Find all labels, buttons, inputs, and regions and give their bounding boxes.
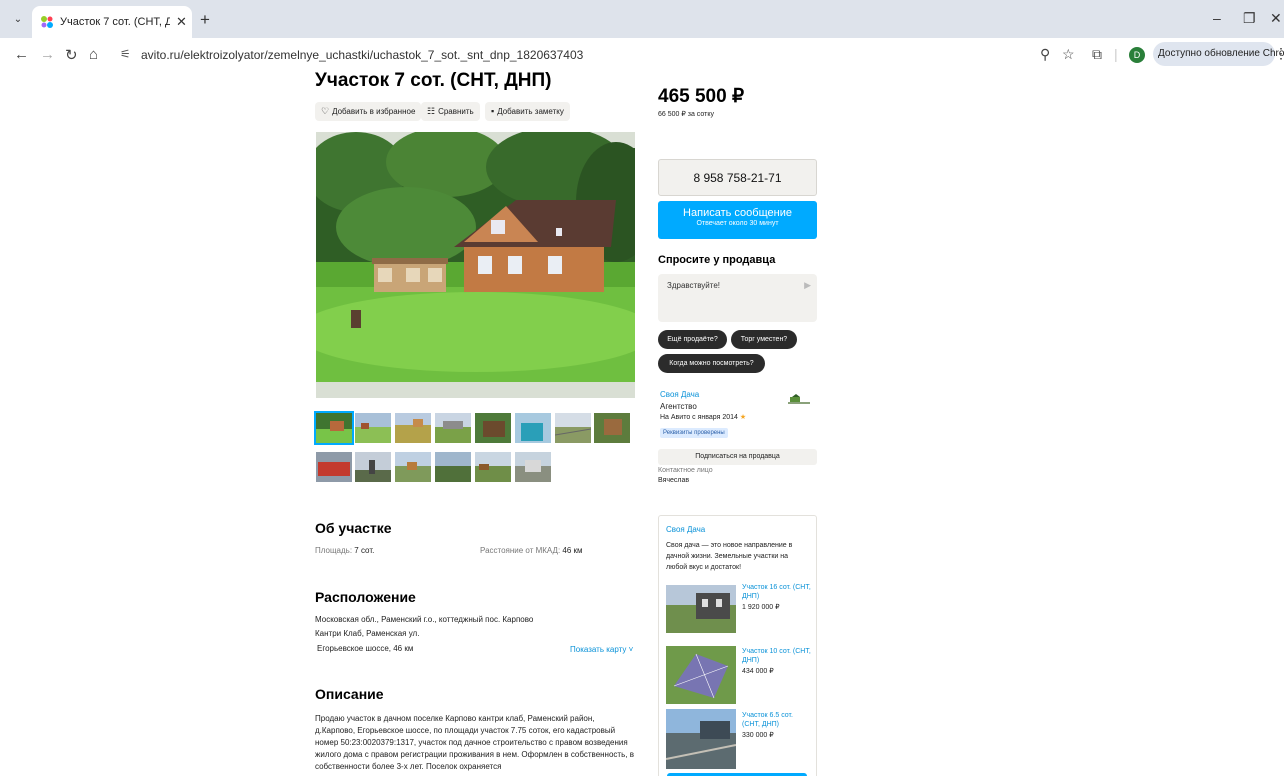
ask-seller-input[interactable]: Здравствуйте! ▶: [658, 274, 817, 322]
toolbar-divider: |: [1114, 46, 1118, 62]
add-note-button[interactable]: ▪ Добавить заметку: [485, 102, 570, 121]
avito-favicon-icon: [41, 16, 53, 28]
url-text[interactable]: avito.ru/elektroizolyator/zemelnye_uchas…: [141, 48, 583, 62]
shop-about: Своя дача — это новое направление в дачн…: [666, 542, 793, 571]
close-window-icon[interactable]: ✕: [1270, 10, 1282, 27]
photo-thumbnail[interactable]: [355, 452, 391, 482]
restore-icon[interactable]: ❐: [1243, 10, 1256, 27]
photo-thumbnail[interactable]: [395, 413, 431, 443]
write-message-button[interactable]: Написать сообщение Отвечает около 30 мин…: [658, 201, 817, 239]
subscribe-seller-button[interactable]: Подписаться на продавца: [658, 449, 817, 465]
browser-tab-strip: ⌄ Участок 7 сот. (СНТ, ДНП) на п ✕ + – ❐…: [0, 0, 1284, 38]
site-settings-icon[interactable]: ⚟: [120, 47, 131, 61]
shop-item-price: 1 920 000 ₽: [742, 604, 780, 611]
seller-name-link[interactable]: Своя Дача: [660, 390, 699, 399]
compare-button[interactable]: ☷ Сравнить: [421, 102, 480, 121]
address-line: Кантри Клаб, Раменская ул.: [315, 629, 420, 638]
home-icon[interactable]: ⌂: [89, 46, 98, 63]
contact-person-label: Контактное лицо: [658, 467, 713, 474]
photo-thumbnail[interactable]: [555, 413, 591, 443]
extensions-icon[interactable]: ⧉: [1092, 46, 1102, 63]
shop-item-photo[interactable]: [666, 646, 736, 704]
shop-item-price: 330 000 ₽: [742, 732, 774, 739]
note-icon: ▪: [491, 106, 495, 116]
photo-thumbnail[interactable]: [355, 413, 391, 443]
photo-thumbnail[interactable]: [594, 413, 630, 443]
shop-item-title[interactable]: Участок 6.5 сот. (СНТ, ДНП): [742, 711, 812, 729]
price-per-sotka: 66 500 ₽ за сотку: [658, 111, 714, 118]
seller-logo-icon[interactable]: [788, 394, 810, 406]
profile-avatar[interactable]: D: [1129, 47, 1145, 63]
tab-search-icon[interactable]: ⌄: [8, 11, 28, 29]
zoom-icon[interactable]: ⚲: [1040, 46, 1050, 63]
quick-question-chip[interactable]: Когда можно посмотреть?: [658, 354, 765, 373]
browser-menu-icon[interactable]: ⋮: [1274, 45, 1284, 62]
shop-item-price: 434 000 ₽: [742, 668, 774, 675]
star-icon: ★: [737, 414, 747, 421]
seller-type: Агентство: [660, 402, 697, 411]
photo-thumbnail[interactable]: [515, 452, 551, 482]
photo-thumbnail[interactable]: [395, 452, 431, 482]
location-heading: Расположение: [315, 589, 416, 605]
quick-question-chip[interactable]: Торг уместен?: [731, 330, 797, 349]
photo-thumbnail[interactable]: [515, 413, 551, 443]
browser-toolbar: ← → ↻ ⌂ ⚟ avito.ru/elektroizolyator/zeme…: [0, 38, 1284, 72]
show-map-link[interactable]: Показать карту ˅: [570, 645, 633, 654]
address-line: Московская обл., Раменский г.о., коттедж…: [315, 615, 534, 624]
quick-question-chip[interactable]: Ещё продаёте?: [658, 330, 727, 349]
forward-arrow-icon[interactable]: →: [40, 46, 55, 63]
main-photo[interactable]: [316, 132, 635, 398]
shop-item-photo[interactable]: [666, 709, 736, 769]
add-favorite-button[interactable]: ♡ Добавить в избранное: [315, 102, 422, 121]
photo-thumbnail[interactable]: [435, 413, 471, 443]
reload-icon[interactable]: ↻: [65, 46, 78, 64]
highway-line: Егорьевское шоссе, 46 км: [317, 644, 414, 653]
distance-field: Расстояние от МКАД: 46 км: [480, 546, 583, 555]
photo-thumbnail[interactable]: [435, 452, 471, 482]
photo-thumbnail[interactable]: [475, 413, 511, 443]
listing-title: Участок 7 сот. (СНТ, ДНП): [315, 70, 552, 91]
description-text: Продаю участок в дачном поселке Карпово …: [315, 714, 634, 771]
shop-item-photo[interactable]: [666, 585, 736, 633]
compare-icon: ☷: [427, 106, 436, 116]
minimize-icon[interactable]: –: [1213, 10, 1221, 26]
description-heading: Описание: [315, 686, 384, 702]
tab-close-icon[interactable]: ✕: [176, 14, 187, 30]
shop-name-link[interactable]: Своя Дача: [666, 525, 705, 534]
tab-title: Участок 7 сот. (СНТ, ДНП) на п: [60, 16, 170, 28]
house-photo-illustration: [316, 132, 635, 398]
about-heading: Об участке: [315, 520, 392, 536]
send-icon[interactable]: ▶: [804, 280, 811, 291]
area-field: Площадь: 7 сот.: [315, 546, 375, 555]
price: 465 500 ₽: [658, 86, 745, 107]
phone-number-button[interactable]: 8 958 758-21-71: [658, 159, 817, 196]
photo-thumbnail[interactable]: [475, 452, 511, 482]
seller-since: На Авито с января 2014 ★: [660, 414, 747, 421]
photo-thumbnail[interactable]: [314, 411, 354, 445]
ask-seller-heading: Спросите у продавца: [658, 254, 776, 266]
shop-item-title[interactable]: Участок 16 сот. (СНТ, ДНП): [742, 583, 812, 601]
chevron-down-icon: ˅: [626, 645, 634, 654]
contact-person-name: Вячеслав: [658, 477, 690, 484]
photo-thumbnail[interactable]: [316, 452, 352, 482]
address-bar[interactable]: ⚟ avito.ru/elektroizolyator/zemelnye_uch…: [114, 42, 1014, 68]
browser-tab[interactable]: Участок 7 сот. (СНТ, ДНП) на п ✕: [32, 6, 192, 38]
new-tab-plus-icon[interactable]: +: [200, 10, 210, 30]
heart-icon: ♡: [321, 106, 330, 116]
shop-item-title[interactable]: Участок 10 сот. (СНТ, ДНП): [742, 647, 812, 665]
verified-badge: Реквизиты проверены: [660, 428, 728, 438]
back-arrow-icon[interactable]: ←: [14, 46, 29, 63]
ask-input-text: Здравствуйте!: [667, 281, 721, 290]
bookmark-star-icon[interactable]: ☆: [1062, 46, 1075, 63]
chrome-update-button[interactable]: Доступно обновление Chrome: [1153, 42, 1284, 66]
